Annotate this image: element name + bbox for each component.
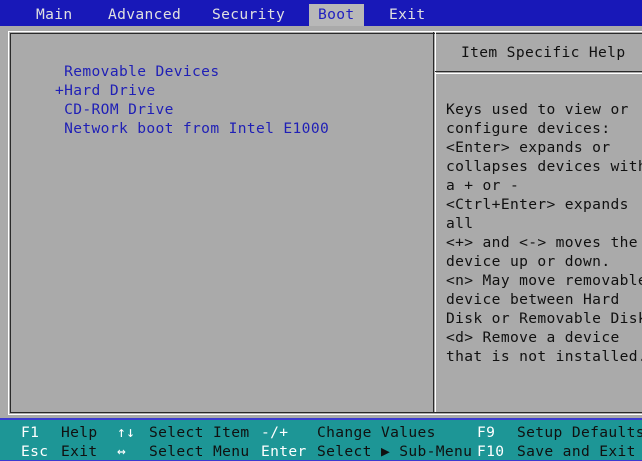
boot-item-removable-devices[interactable]: Removable Devices [55,62,219,81]
panel-divider-highlight [435,32,436,412]
key-f1: F1 [21,424,40,441]
key-desc-exit: Exit [61,443,98,460]
boot-item-hard-drive[interactable]: +Hard Drive [55,81,156,100]
help-title: Item Specific Help [461,44,626,61]
key-enter: Enter [261,443,307,460]
key-minus-plus: -/+ [261,424,289,441]
help-line: <+> and <-> moves the [446,234,638,251]
help-line: collapses devices with [446,158,642,175]
key-desc-change-values: Change Values [317,424,436,441]
help-line: a + or - [446,177,520,194]
key-desc-setup-defaults: Setup Defaults [517,424,642,441]
help-title-divider-highlight [435,73,642,74]
key-desc-select-menu: Select Menu [149,443,250,460]
key-desc-save-and-exit: Save and Exit [517,443,636,460]
tab-exit[interactable]: Exit [380,4,435,26]
tab-security[interactable]: Security [203,4,294,26]
help-line: <n> May move removable [446,272,642,289]
key-desc-select-submenu: Select ▶ Sub-Menu [317,443,473,460]
help-line: device up or down. [446,253,611,270]
help-line: Disk or Removable Disk [446,310,642,327]
help-title-divider [435,71,642,72]
key-desc-select-item: Select Item [149,424,250,441]
up-down-arrows-icon: ↑↓ [117,424,136,441]
help-line: Keys used to view or [446,101,629,118]
content-panel: Removable Devices +Hard Drive CD-ROM Dri… [0,26,642,418]
help-line: <Enter> expands or [446,139,611,156]
help-line: <Ctrl+Enter> expands [446,196,629,213]
help-line: configure devices: [446,120,611,137]
tab-main[interactable]: Main [27,4,82,26]
left-right-arrows-icon: ↔ [117,443,127,460]
boot-item-network-boot[interactable]: Network boot from Intel E1000 [55,119,329,138]
key-desc-help: Help [61,424,98,441]
key-esc: Esc [21,443,49,460]
panel-divider [433,32,434,412]
boot-item-cdrom-drive[interactable]: CD-ROM Drive [55,100,174,119]
key-legend-footer: F1 Help ↑↓ Select Item -/+ Change Values… [0,418,642,460]
key-f10: F10 [477,443,505,460]
tab-boot[interactable]: Boot [309,4,364,26]
help-line: <d> Remove a device [446,329,620,346]
help-line: all [446,215,474,232]
tab-advanced[interactable]: Advanced [99,4,190,26]
footer-border [0,418,642,420]
menu-bar: Main Advanced Security Boot Exit [0,0,642,26]
help-line: device between Hard [446,291,620,308]
help-line: that is not installed. [446,348,642,365]
key-f9: F9 [477,424,496,441]
